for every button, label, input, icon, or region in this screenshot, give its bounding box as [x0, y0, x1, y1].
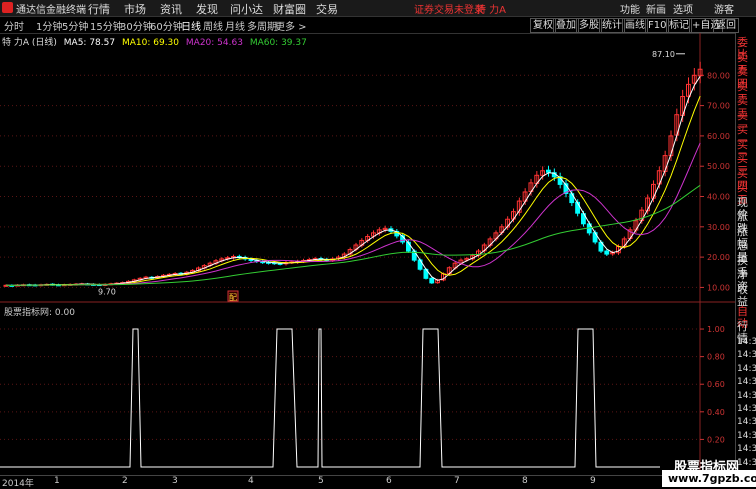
app-logo-icon — [2, 2, 13, 13]
login-notice[interactable]: 证券交易未登录 — [414, 1, 484, 16]
date-tick-label: 9 — [590, 476, 596, 486]
tick-time: 14:35 — [737, 417, 756, 428]
tick-time: 14:35 — [737, 457, 756, 468]
menu-item-market[interactable]: 市场 — [124, 1, 146, 17]
tick-time: 14:35 — [737, 363, 756, 374]
date-tick-label: 2 — [122, 476, 128, 486]
legend-ma60: MA60: 39.37 — [249, 38, 307, 48]
indicator-tick-label: 0.60 — [707, 380, 725, 389]
candle-body — [429, 277, 435, 284]
menu-options[interactable]: 选项 — [673, 1, 693, 16]
menu-item-trade[interactable]: 交易 — [316, 1, 338, 17]
menu-function[interactable]: 功能 — [620, 1, 640, 16]
price-tick-label: 80.00 — [707, 71, 730, 80]
indicator-chart[interactable]: 1.00 0.80 0.60 0.40 0.20 — [0, 303, 735, 475]
price-tick-label: 40.00 — [707, 193, 730, 202]
event-marker-label: 配 — [229, 293, 237, 302]
date-tick-label: 2014年 — [2, 479, 34, 489]
date-tick-label: 4 — [248, 476, 254, 486]
price-tick-label: 20.00 — [707, 253, 730, 262]
date-tick-label: 6 — [386, 476, 392, 486]
period-30min[interactable]: 30分钟 — [120, 18, 153, 33]
tick-time: 14:35 — [737, 350, 756, 361]
date-tick-label: 5 — [318, 476, 324, 486]
date-tick-label: 3 — [172, 476, 178, 486]
indicator-tick-label: 0.20 — [707, 435, 725, 444]
legend-ma5: MA5: 78.57 — [63, 38, 116, 48]
date-axis: 2014年 1 2 3 4 5 6 7 8 9 — [0, 475, 735, 489]
indicator-name: 股票指标网 — [4, 308, 50, 318]
legend-ma20: MA20: 54.63 — [185, 38, 243, 48]
period-weekly[interactable]: 周线 — [203, 18, 223, 33]
side-label-17: 收益 — [737, 282, 748, 308]
price-tick-label: 50.00 — [707, 162, 730, 171]
ma5-line — [5, 76, 701, 286]
price-tick-label: 30.00 — [707, 223, 730, 232]
period-more[interactable]: 更多 > — [275, 18, 307, 33]
tick-time: 14:35 — [737, 404, 756, 414]
price-tick-label: 70.00 — [707, 102, 730, 111]
menu-item-discover[interactable]: 发现 — [196, 1, 218, 17]
period-monthly[interactable]: 月线 — [225, 18, 245, 33]
tool-back-button[interactable]: 返回 — [713, 18, 739, 33]
tick-time: 14:35 — [737, 377, 756, 388]
period-intraday[interactable]: 分时 — [4, 18, 24, 33]
period-5min[interactable]: 5分钟 — [62, 18, 88, 33]
candlestick-chart[interactable]: 10.00 20.00 30.00 40.00 50.00 60.00 70.00 80.00… — [0, 33, 735, 303]
indicator-tick-label: 0.40 — [707, 408, 725, 417]
ma-legend: 特 力A (日线) MA5: 78.57 MA10: 69.30 MA20: 5… — [2, 35, 311, 48]
menu-item-wealth[interactable]: 财富圈 — [273, 1, 306, 17]
candle-body — [604, 250, 610, 255]
price-tick-label: 10.00 — [707, 283, 730, 292]
candle-body — [575, 201, 581, 214]
ma20-line — [5, 142, 701, 286]
indicator-value: : 0.00 — [49, 308, 75, 318]
indicator-tick-label: 1.00 — [707, 325, 725, 334]
tick-time: 14:34 — [737, 337, 756, 347]
tick-time: 14:35 — [737, 390, 756, 401]
low-price-annotation: 9.70 — [98, 287, 116, 296]
date-tick-label: 7 — [454, 476, 460, 486]
legend-ma10: MA10: 69.30 — [121, 38, 180, 48]
period-60min[interactable]: 60分钟 — [150, 18, 183, 33]
menu-new-draw[interactable]: 新画 — [646, 1, 666, 16]
date-tick-label: 8 — [522, 476, 528, 486]
current-stock: 特 力A — [476, 5, 507, 16]
quote-side-panel: 委比 卖五 卖四 卖三 卖二 卖一 买一 买二 买三 买四 买五 现价 涨跌 涨幅 总量 换手 净资 收益 自动 行情… — [735, 33, 756, 487]
legend-stock-name: 特 力A (日线) — [2, 38, 57, 48]
watermark: 股票指标网 www.7gpzb.com — [662, 460, 756, 487]
watermark-url: www.7gpzb.com — [668, 472, 756, 485]
indicator-tick-label: 0.80 — [707, 353, 725, 362]
period-15min[interactable]: 15分钟 — [90, 18, 123, 33]
menu-bar: 通达信金融终端 行情 市场 资讯 发现 问小达 财富圈 交易 证券交易未登录 特… — [0, 0, 756, 17]
candle-body — [546, 169, 551, 173]
price-tick-label: 60.00 — [707, 132, 730, 141]
tick-time: 14:35 — [737, 444, 756, 455]
app-title: 通达信金融终端 — [16, 5, 86, 16]
tick-time: 14:35 — [737, 430, 756, 441]
menu-item-ask[interactable]: 问小达 — [230, 1, 263, 17]
menu-item-news[interactable]: 资讯 — [160, 1, 182, 17]
period-toolbar: 分时 1分钟 5分钟 15分钟 30分钟 60分钟 日线 周线 月线 多周期 更… — [0, 17, 756, 34]
high-price-annotation: 87.10 — [652, 50, 675, 59]
period-daily[interactable]: 日线 — [181, 18, 201, 33]
period-multi[interactable]: 多周期 — [247, 18, 277, 33]
menu-item-quotes[interactable]: 行情 — [88, 1, 110, 17]
period-1min[interactable]: 1分钟 — [36, 18, 62, 33]
indicator-signal-line — [0, 328, 660, 468]
indicator-title: 股票指标网: 0.00 — [4, 305, 75, 318]
date-tick-label: 1 — [54, 476, 60, 486]
menu-guest[interactable]: 游客 — [714, 1, 734, 16]
